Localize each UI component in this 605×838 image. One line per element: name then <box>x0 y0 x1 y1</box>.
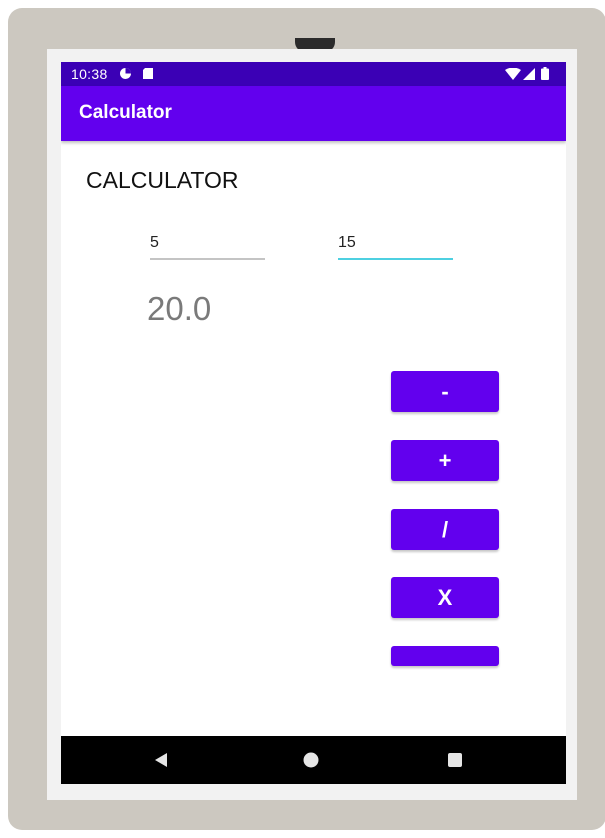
device-screen: 10:38 Calculator CALCULATOR 5 15 20.0 - … <box>47 49 577 800</box>
divide-button[interactable]: / <box>391 509 499 550</box>
app-bar: Calculator <box>61 86 566 141</box>
add-button[interactable]: + <box>391 440 499 481</box>
result-display: 20.0 <box>147 290 212 327</box>
back-icon[interactable] <box>151 750 171 770</box>
second-number-input[interactable] <box>338 228 453 258</box>
page: 10:38 Calculator CALCULATOR 5 15 20.0 - … <box>0 0 605 838</box>
page-heading: CALCULATOR <box>86 167 239 193</box>
status-time: 10:38 <box>71 66 108 82</box>
home-icon[interactable] <box>301 750 321 770</box>
fifth-operation-button[interactable] <box>391 646 499 666</box>
app-notification-icon <box>119 67 131 79</box>
second-number-underline <box>338 258 453 260</box>
recents-icon[interactable] <box>445 750 465 770</box>
app-area: 10:38 Calculator CALCULATOR 5 15 20.0 - … <box>61 62 566 784</box>
sd-card-icon <box>142 67 154 79</box>
battery-icon <box>541 67 549 80</box>
subtract-button[interactable]: - <box>391 371 499 412</box>
wifi-icon <box>505 67 521 80</box>
first-number-underline <box>150 258 265 260</box>
app-title: Calculator <box>79 102 172 123</box>
status-bar: 10:38 <box>61 62 566 86</box>
multiply-button[interactable]: X <box>391 577 499 618</box>
signal-icon <box>523 67 535 80</box>
first-number-input[interactable] <box>150 228 265 258</box>
navigation-bar <box>61 736 566 784</box>
